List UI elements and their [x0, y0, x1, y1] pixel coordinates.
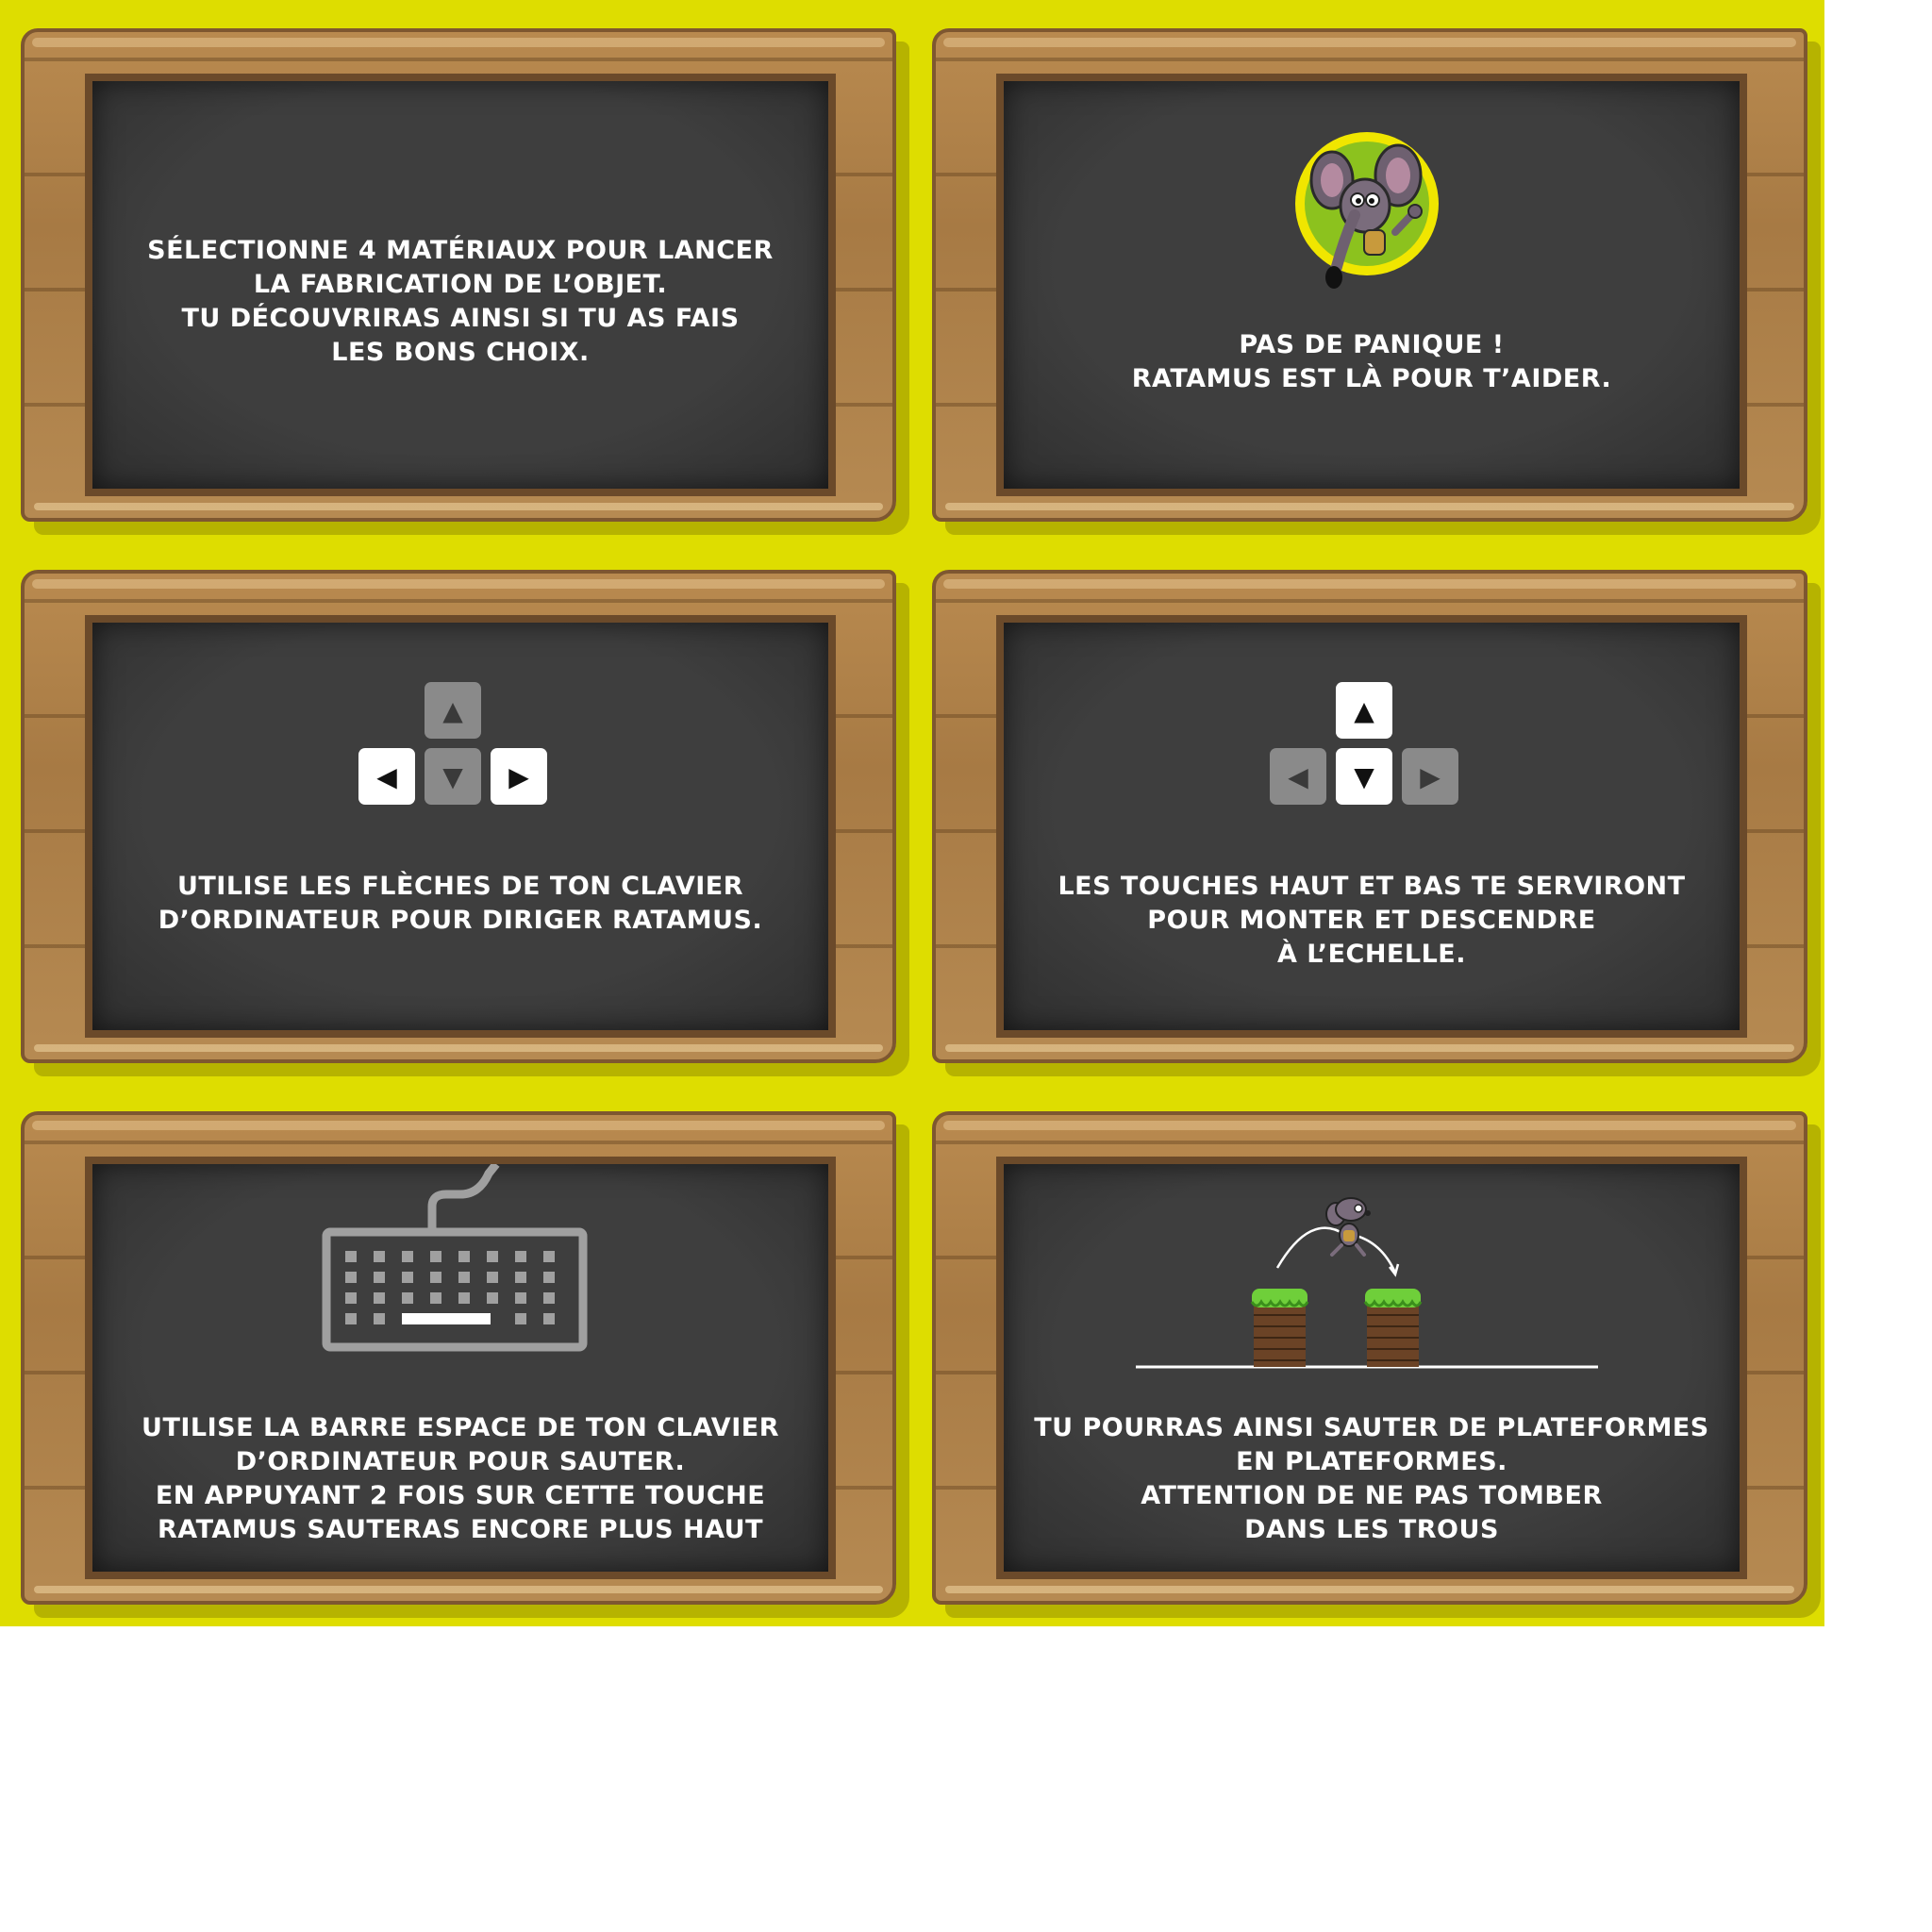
chalkboard: ▲ ◀ ▼ ▶ Utilise les flèches de ton clavi…: [85, 615, 836, 1038]
tutorial-panel-spacebar: Utilise la barre espace de ton clavier d…: [21, 1111, 908, 1616]
arrow-right-key-icon: ▶: [1402, 748, 1458, 805]
ratamus-mascot-icon: [1295, 132, 1439, 289]
arrow-keys-icon: ▲ ◀ ▼ ▶: [1270, 682, 1458, 814]
chalkboard: ▲ ◀ ▼ ▶ Les touches haut et bas te servi…: [996, 615, 1747, 1038]
tutorial-panel-materials: Sélectionne 4 matériaux pour lancer la f…: [21, 28, 908, 533]
right-platform: [1363, 1289, 1423, 1367]
jumping-mouse-icon: [1325, 1197, 1371, 1257]
instruction-text: Utilise la barre espace de ton clavier d…: [142, 1413, 779, 1544]
arrow-left-key-icon: ◀: [1270, 748, 1326, 805]
chalkboard: Tu pourras ainsi sauter de plateformes e…: [996, 1157, 1747, 1579]
chalkboard: Utilise la barre espace de ton clavier d…: [85, 1157, 836, 1579]
arrow-down-key-icon: ▼: [425, 748, 481, 805]
left-platform: [1250, 1289, 1309, 1367]
spacebar-highlight: [402, 1313, 491, 1324]
tutorial-panel-arrows-move: ▲ ◀ ▼ ▶ Utilise les flèches de ton clavi…: [21, 570, 908, 1074]
instruction-text: Tu pourras ainsi sauter de plateformes e…: [1034, 1413, 1709, 1544]
chalkboard: Pas de panique ! Ratamus est là pour t’a…: [996, 74, 1747, 496]
tutorial-sheet: Sélectionne 4 matériaux pour lancer la f…: [0, 0, 1824, 1626]
instruction-text: Sélectionne 4 matériaux pour lancer la f…: [147, 236, 774, 367]
arrow-up-key-icon: ▲: [1336, 682, 1392, 739]
chalkboard: Sélectionne 4 matériaux pour lancer la f…: [85, 74, 836, 496]
keyboard-icon: [322, 1164, 588, 1352]
arrow-up-key-icon: ▲: [425, 682, 481, 739]
instruction-text: Utilise les flèches de ton clavier d’ord…: [158, 872, 763, 935]
tutorial-panel-help: Pas de panique ! Ratamus est là pour t’a…: [932, 28, 1819, 533]
tutorial-panel-platforms: Tu pourras ainsi sauter de plateformes e…: [932, 1111, 1819, 1616]
arrow-right-key-icon: ▶: [491, 748, 547, 805]
arrow-left-key-icon: ◀: [358, 748, 415, 805]
instruction-text: Pas de panique ! Ratamus est là pour t’a…: [1131, 330, 1612, 393]
tutorial-panel-arrows-ladder: ▲ ◀ ▼ ▶ Les touches haut et bas te servi…: [932, 570, 1819, 1074]
platform-jump-icon: [1136, 1197, 1598, 1369]
instruction-text: Les touches haut et bas te serviront pou…: [1058, 872, 1686, 969]
arrow-down-key-icon: ▼: [1336, 748, 1392, 805]
arrow-keys-icon: ▲ ◀ ▼ ▶: [358, 682, 547, 814]
